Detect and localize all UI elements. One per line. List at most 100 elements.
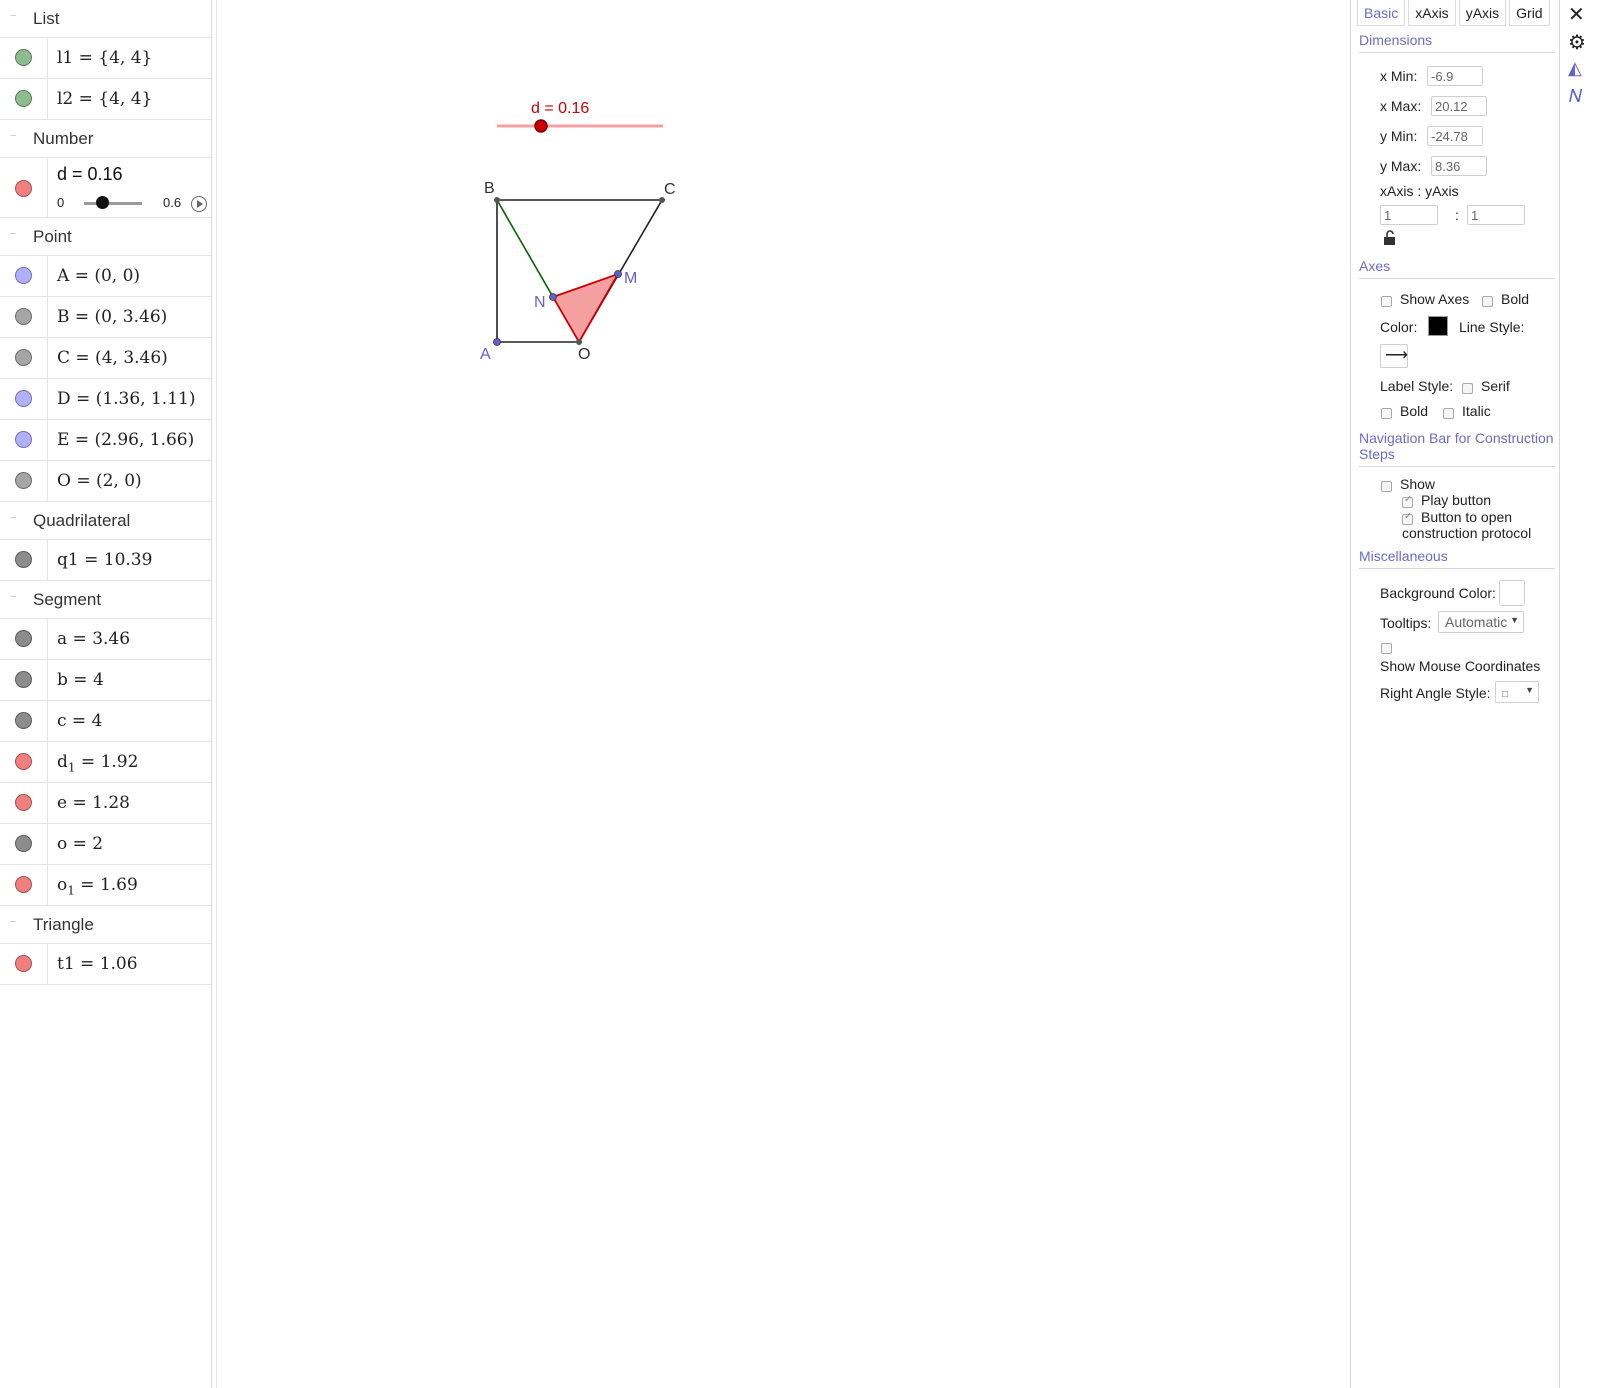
visibility-toggle-icon[interactable]: [15, 267, 32, 284]
slider-definition[interactable]: d = 0.16: [57, 164, 123, 185]
algebra-expression[interactable]: E = (2.96, 1.66): [57, 430, 194, 450]
graphics-canvas[interactable]: d = 0.16 A B C M N O: [217, 0, 1345, 1388]
algebra-item[interactable]: o1 = 1.69: [0, 865, 211, 906]
group-header-triangle[interactable]: − Triangle: [0, 906, 211, 944]
line-style-button[interactable]: ⟶: [1380, 344, 1408, 368]
graphics-icon[interactable]: ◭: [1568, 58, 1582, 79]
visibility-toggle-icon[interactable]: [15, 431, 32, 448]
graphics-view[interactable]: d = 0.16 A B C M N O: [217, 0, 1345, 1388]
algebra-item[interactable]: E = (2.96, 1.66): [0, 420, 211, 461]
navbar-show-checkbox[interactable]: [1381, 481, 1392, 492]
algebra-item[interactable]: l2 = {4, 4}: [0, 79, 211, 120]
triangle-t1[interactable]: [551, 272, 620, 344]
algebra-item[interactable]: d1 = 1.92: [0, 742, 211, 783]
algebra-expression[interactable]: D = (1.36, 1.11): [57, 389, 195, 409]
collapse-icon[interactable]: −: [10, 228, 16, 240]
ratio-x-input[interactable]: [1380, 205, 1438, 225]
visibility-toggle-icon[interactable]: [15, 308, 32, 325]
algebra-item[interactable]: a = 3.46: [0, 619, 211, 660]
visibility-toggle-icon[interactable]: [15, 90, 32, 107]
algebra-expression[interactable]: l2 = {4, 4}: [57, 89, 152, 109]
visibility-toggle-icon[interactable]: [15, 876, 32, 893]
algebra-item[interactable]: B = (0, 3.46): [0, 297, 211, 338]
graphics-slider-point[interactable]: [534, 119, 548, 133]
algebra-expression[interactable]: b = 4: [57, 670, 104, 692]
algebra-item[interactable]: c = 4: [0, 701, 211, 742]
algebra-item[interactable]: b = 4: [0, 660, 211, 701]
algebra-expression[interactable]: a = 3.46: [57, 629, 130, 651]
point-O[interactable]: [576, 339, 582, 345]
algebra-item[interactable]: t1 = 1.06: [0, 944, 211, 985]
play-icon[interactable]: [191, 196, 207, 212]
xmin-input[interactable]: [1427, 66, 1483, 86]
visibility-toggle-icon[interactable]: [15, 955, 32, 972]
algebra-expression[interactable]: C = (4, 3.46): [57, 348, 168, 368]
play-button-checkbox[interactable]: [1402, 494, 1413, 508]
axes-color-swatch[interactable]: [1428, 316, 1448, 336]
algebra-item[interactable]: q1 = 10.39: [0, 540, 211, 581]
point-M[interactable]: [614, 270, 622, 278]
visibility-toggle-icon[interactable]: [15, 349, 32, 366]
tab-xaxis[interactable]: xAxis: [1408, 0, 1456, 26]
algebra-expression[interactable]: O = (2, 0): [57, 471, 142, 491]
axes-bold-checkbox[interactable]: [1482, 296, 1493, 307]
algebra-item[interactable]: e = 1.28: [0, 783, 211, 824]
tab-basic[interactable]: Basic: [1357, 0, 1406, 26]
algebra-expression[interactable]: e = 1.28: [57, 793, 130, 815]
visibility-toggle-icon[interactable]: [15, 180, 32, 197]
background-color-swatch[interactable]: [1499, 580, 1525, 606]
algebra-item[interactable]: o = 2: [0, 824, 211, 865]
group-header-segment[interactable]: − Segment: [0, 581, 211, 619]
visibility-toggle-icon[interactable]: [15, 551, 32, 568]
tab-yaxis[interactable]: yAxis: [1458, 0, 1507, 26]
collapse-icon[interactable]: −: [10, 130, 16, 142]
algebra-item[interactable]: D = (1.36, 1.11): [0, 379, 211, 420]
right-angle-style-dropdown[interactable]: □ ▼: [1495, 681, 1539, 703]
graphics-slider-label[interactable]: d = 0.16: [531, 100, 589, 117]
lock-icon[interactable]: [1383, 230, 1397, 246]
group-header-point[interactable]: − Point: [0, 218, 211, 256]
algebra-expression[interactable]: o1 = 1.69: [57, 875, 138, 897]
algebra-expression[interactable]: q1 = 10.39: [57, 550, 152, 570]
algebra-item[interactable]: O = (2, 0): [0, 461, 211, 502]
point-A[interactable]: [493, 338, 501, 346]
algebra-item[interactable]: l1 = {4, 4}: [0, 38, 211, 79]
slider-track[interactable]: [84, 202, 142, 205]
point-N[interactable]: [549, 293, 557, 301]
algebra-expression[interactable]: o = 2: [57, 834, 103, 856]
visibility-toggle-icon[interactable]: [15, 712, 32, 729]
algebra-expression[interactable]: c = 4: [57, 711, 102, 733]
algebra-expression[interactable]: d1 = 1.92: [57, 752, 138, 774]
visibility-toggle-icon[interactable]: [15, 49, 32, 66]
collapse-icon[interactable]: −: [10, 512, 16, 524]
algebra-expression[interactable]: t1 = 1.06: [57, 954, 138, 974]
visibility-toggle-icon[interactable]: [15, 835, 32, 852]
collapse-icon[interactable]: −: [10, 591, 16, 603]
italic-checkbox[interactable]: [1443, 408, 1454, 419]
algebra-item-d[interactable]: d = 0.16 0 0.6: [0, 158, 211, 218]
group-header-number[interactable]: − Number: [0, 120, 211, 158]
algebra-item[interactable]: A = (0, 0): [0, 256, 211, 297]
visibility-toggle-icon[interactable]: [15, 671, 32, 688]
tooltips-dropdown[interactable]: Automatic ▼: [1438, 611, 1524, 633]
close-icon[interactable]: ✕: [1568, 2, 1585, 27]
collapse-icon[interactable]: −: [10, 916, 16, 928]
ymin-input[interactable]: [1427, 126, 1483, 146]
ymax-input[interactable]: [1431, 156, 1487, 176]
visibility-toggle-icon[interactable]: [15, 794, 32, 811]
gear-icon[interactable]: ⚙: [1568, 30, 1586, 55]
visibility-toggle-icon[interactable]: [15, 390, 32, 407]
show-mouse-coords-checkbox[interactable]: [1381, 643, 1392, 654]
algebra-expression[interactable]: l1 = {4, 4}: [57, 48, 152, 68]
ratio-y-input[interactable]: [1467, 205, 1525, 225]
xmax-input[interactable]: [1431, 96, 1487, 116]
visibility-toggle-icon[interactable]: [15, 472, 32, 489]
algebra-expression[interactable]: B = (0, 3.46): [57, 307, 167, 327]
function-icon[interactable]: 𝑁: [1569, 86, 1582, 107]
tab-grid[interactable]: Grid: [1509, 0, 1550, 26]
serif-checkbox[interactable]: [1462, 383, 1473, 394]
group-header-list[interactable]: − List: [0, 0, 211, 38]
label-bold-checkbox[interactable]: [1381, 408, 1392, 419]
group-header-quadrilateral[interactable]: − Quadrilateral: [0, 502, 211, 540]
point-B[interactable]: [494, 197, 500, 203]
